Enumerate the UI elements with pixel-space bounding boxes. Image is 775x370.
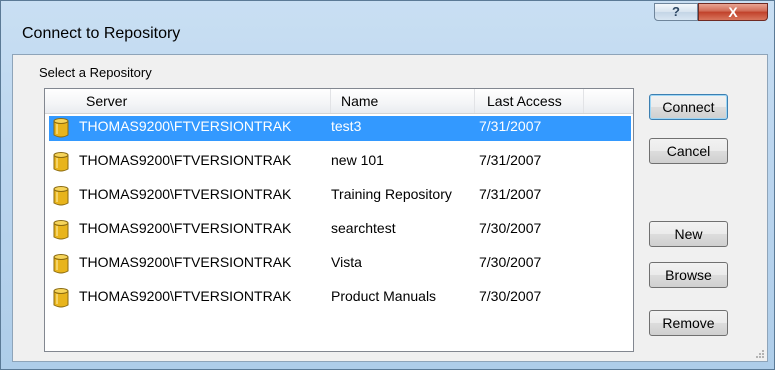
repository-row[interactable]: THOMAS9200\FTVERSIONTRAK searchtest 7/30… [45, 217, 633, 243]
list-header: Server Name Last Access [45, 89, 633, 114]
database-icon [53, 118, 69, 138]
column-header-name[interactable]: Name [331, 89, 475, 113]
repository-row[interactable]: THOMAS9200\FTVERSIONTRAK Vista 7/30/2007 [45, 251, 633, 277]
row-server: THOMAS9200\FTVERSIONTRAK [79, 186, 292, 202]
row-name: test3 [331, 118, 362, 134]
row-server: THOMAS9200\FTVERSIONTRAK [79, 254, 292, 270]
row-name: Vista [331, 254, 362, 270]
row-server: THOMAS9200\FTVERSIONTRAK [79, 288, 292, 304]
resize-grip-icon[interactable] [755, 349, 765, 359]
database-icon [53, 186, 69, 206]
title-bar[interactable]: Connect to Repository ? X [1, 1, 774, 49]
select-repository-label: Select a Repository [39, 65, 152, 80]
row-last-access: 7/30/2007 [479, 254, 542, 270]
connect-button[interactable]: Connect [649, 94, 728, 120]
repository-row[interactable]: THOMAS9200\FTVERSIONTRAK Training Reposi… [45, 183, 633, 209]
row-server: THOMAS9200\FTVERSIONTRAK [79, 220, 292, 236]
row-last-access: 7/31/2007 [479, 152, 542, 168]
dialog-body: Select a Repository Server Name Last Acc… [12, 54, 768, 362]
row-last-access: 7/31/2007 [479, 186, 542, 202]
database-icon [53, 220, 69, 240]
repository-list[interactable]: Server Name Last Access THOMAS9200\FTVER… [44, 88, 634, 352]
repository-row[interactable]: THOMAS9200\FTVERSIONTRAK Product Manuals… [45, 285, 633, 311]
connect-dialog: Connect to Repository ? X Select a Repos… [0, 0, 775, 370]
cancel-button[interactable]: Cancel [649, 138, 728, 164]
database-icon [53, 288, 69, 308]
column-header-last-access[interactable]: Last Access [475, 89, 584, 113]
row-name: searchtest [331, 220, 396, 236]
help-button[interactable]: ? [654, 3, 698, 21]
repository-row[interactable]: THOMAS9200\FTVERSIONTRAK new 101 7/31/20… [45, 149, 633, 175]
row-server: THOMAS9200\FTVERSIONTRAK [79, 118, 292, 134]
repository-row[interactable]: THOMAS9200\FTVERSIONTRAK test3 7/31/2007 [45, 115, 633, 141]
row-last-access: 7/30/2007 [479, 220, 542, 236]
row-name: Training Repository [331, 186, 452, 202]
close-button[interactable]: X [698, 3, 768, 21]
row-name: new 101 [331, 152, 384, 168]
help-icon: ? [672, 4, 680, 19]
browse-button[interactable]: Browse [649, 262, 728, 288]
database-icon [53, 152, 69, 172]
row-name: Product Manuals [331, 288, 437, 304]
new-button[interactable]: New [649, 221, 728, 247]
remove-button[interactable]: Remove [649, 310, 728, 336]
column-header-server[interactable]: Server [45, 89, 331, 113]
row-server: THOMAS9200\FTVERSIONTRAK [79, 152, 292, 168]
database-icon [53, 254, 69, 274]
row-last-access: 7/30/2007 [479, 288, 542, 304]
dialog-title: Connect to Repository [22, 25, 181, 42]
close-icon: X [728, 4, 738, 20]
row-last-access: 7/31/2007 [479, 118, 542, 134]
